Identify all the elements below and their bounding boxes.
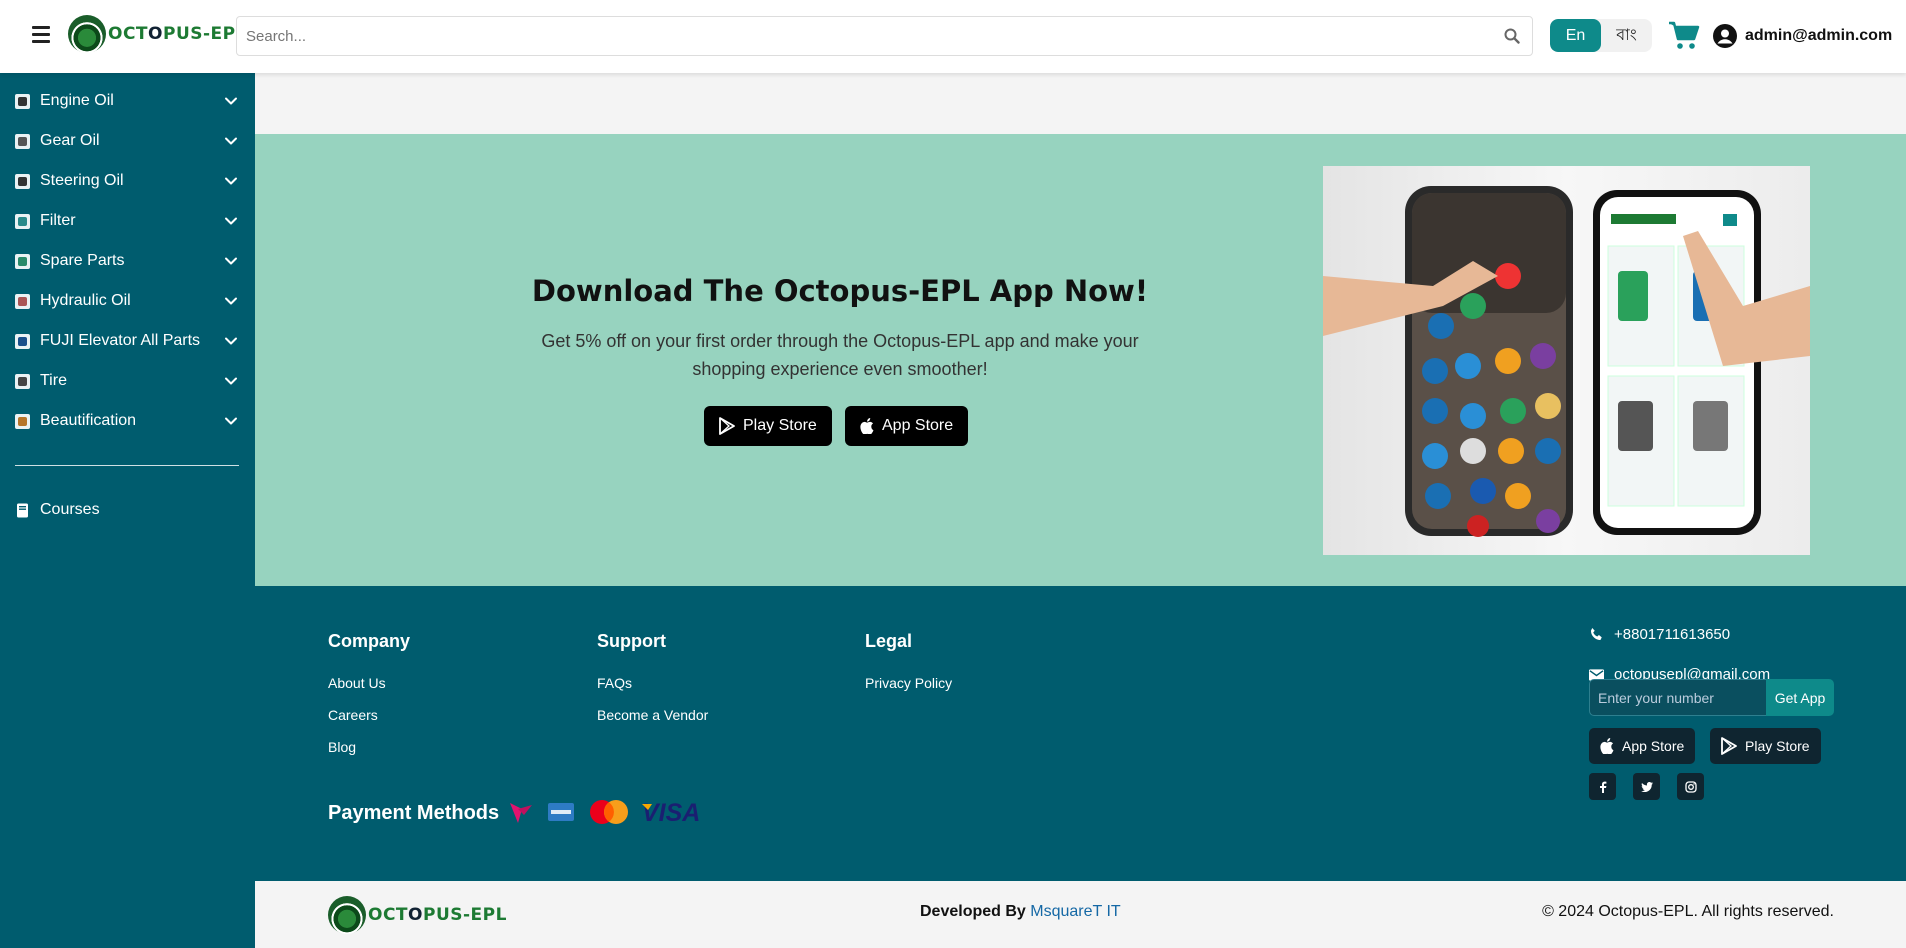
phone-icon [1590, 627, 1602, 641]
sidebar-item-hydraulic-oil[interactable]: Hydraulic Oil [0, 281, 255, 321]
svg-text:VISA: VISA [642, 800, 700, 824]
instagram-icon[interactable] [1677, 773, 1704, 800]
chevron-down-icon[interactable] [224, 414, 238, 428]
sidebar-item-label: Spare Parts [40, 252, 125, 269]
hamburger-menu-icon[interactable] [32, 26, 50, 43]
sidebar-item-label: Gear Oil [40, 132, 100, 149]
banner-title: Download The Octopus-EPL App Now! [531, 274, 1149, 308]
cart-icon[interactable] [1668, 21, 1700, 51]
sidebar-item-label: Engine Oil [40, 92, 114, 109]
sidebar-item-label: Beautification [40, 412, 137, 429]
sidebar-item-tire[interactable]: Tire [0, 361, 255, 401]
tire-icon [15, 373, 30, 389]
octopus-logo-icon [68, 15, 106, 53]
search-icon[interactable] [1492, 16, 1532, 56]
beautification-icon [15, 413, 30, 429]
top-header: OCTOPUS-EPL En বাং admin@admin.com [0, 0, 1906, 73]
bkash-icon [510, 803, 532, 823]
chevron-down-icon[interactable] [224, 294, 238, 308]
get-app-button[interactable]: Get App [1766, 679, 1834, 716]
mastercard-icon [590, 800, 628, 824]
footer-link-careers[interactable]: Careers [328, 707, 378, 723]
apple-icon [860, 418, 874, 434]
footer-logo[interactable]: OCTOPUS-EPL [328, 896, 507, 934]
footer-link-become-vendor[interactable]: Become a Vendor [597, 707, 708, 723]
lang-bn-button[interactable]: বাং [1601, 19, 1652, 52]
spare-parts-icon [15, 253, 30, 269]
payment-logos: VISA [508, 799, 706, 825]
chevron-down-icon[interactable] [224, 214, 238, 228]
footer-play-store-button[interactable]: Play Store [1710, 728, 1821, 764]
sidebar-item-engine-oil[interactable]: Engine Oil [0, 81, 255, 121]
visa-icon: VISA [642, 800, 700, 824]
footer-phone[interactable]: +8801711613650 [1589, 626, 1730, 643]
sidebar-divider [15, 465, 239, 466]
sidebar-item-label: Filter [40, 212, 76, 229]
sidebar-item-label: Tire [40, 372, 67, 389]
phone-number-input[interactable] [1589, 679, 1767, 716]
sidebar-item-label: Courses [40, 501, 100, 518]
footer-support-title: Support [597, 631, 666, 651]
engine-oil-icon [15, 93, 30, 109]
sidebar-item-gear-oil[interactable]: Gear Oil [0, 121, 255, 161]
developer-link[interactable]: MsquareT IT [1030, 903, 1120, 920]
banner-text: Get 5% off on your first order through t… [541, 331, 1139, 379]
chevron-down-icon[interactable] [224, 254, 238, 268]
play-store-icon [1721, 737, 1737, 755]
bottom-bar: OCTOPUS-EPL Developed By MsquareT IT © 2… [255, 881, 1906, 948]
footer-link-about-us[interactable]: About Us [328, 675, 386, 691]
chevron-down-icon[interactable] [224, 94, 238, 108]
user-email: admin@admin.com [1745, 27, 1893, 44]
banner-play-store-button[interactable]: Play Store [704, 406, 832, 446]
sidebar-item-label: Hydraulic Oil [40, 292, 131, 309]
lang-en-button[interactable]: En [1550, 19, 1601, 52]
sidebar-item-fuji-elevator-parts[interactable]: FUJI Elevator All Parts [0, 321, 255, 361]
sidebar-item-spare-parts[interactable]: Spare Parts [0, 241, 255, 281]
sidebar-item-label: Steering Oil [40, 172, 124, 189]
site-footer: Company About Us Careers Blog Support FA… [255, 586, 1906, 881]
hydraulic-oil-icon [15, 293, 30, 309]
user-account[interactable]: admin@admin.com [1713, 24, 1892, 48]
category-sidebar: Beautification Tire FUJI Elevator All Part… [0, 73, 255, 948]
footer-app-store-button[interactable]: App Store [1589, 728, 1696, 764]
gear-oil-icon [15, 133, 30, 149]
app-download-banner: Download The Octopus-EPL App Now! Get 5%… [255, 134, 1906, 586]
footer-company-title: Company [328, 631, 411, 651]
sidebar-item-filter[interactable]: Filter [0, 201, 255, 241]
fuji-elevator-parts-icon [15, 333, 30, 349]
sidebar-item-steering-oil[interactable]: Steering Oil [0, 161, 255, 201]
facebook-icon[interactable] [1589, 773, 1616, 800]
sidebar-item-beautification[interactable]: Beautification [0, 401, 255, 441]
steering-oil-icon [15, 173, 30, 189]
payment-methods-title: Payment Methods [328, 802, 500, 824]
site-logo[interactable]: OCTOPUS-EPL [68, 15, 247, 53]
footer-legal-title: Legal [865, 631, 913, 651]
filter-icon [15, 213, 30, 229]
language-switcher: En বাং [1550, 19, 1652, 52]
octopus-logo-icon [328, 896, 366, 934]
chevron-down-icon[interactable] [224, 174, 238, 188]
sidebar-item-label: FUJI Elevator All Parts [40, 332, 201, 349]
book-icon [15, 503, 30, 518]
search-bar [236, 16, 1533, 56]
copyright-text: © 2024 Octopus-EPL. All rights reserved. [1542, 903, 1834, 920]
chevron-down-icon[interactable] [224, 134, 238, 148]
play-store-icon [719, 417, 735, 435]
search-input[interactable] [237, 17, 1492, 55]
twitter-icon[interactable] [1633, 773, 1660, 800]
footer-link-privacy-policy[interactable]: Privacy Policy [865, 675, 952, 691]
banner-app-store-button[interactable]: App Store [845, 406, 969, 446]
user-circle-icon [1713, 24, 1737, 48]
footer-link-faqs[interactable]: FAQs [597, 675, 632, 691]
chevron-down-icon[interactable] [224, 334, 238, 348]
main-content: Download The Octopus-EPL App Now! Get 5%… [255, 73, 1906, 948]
sidebar-item-courses[interactable]: Courses [0, 490, 255, 530]
chevron-down-icon[interactable] [224, 374, 238, 388]
footer-link-blog[interactable]: Blog [328, 739, 356, 755]
app-promo-image [1323, 166, 1810, 555]
apple-icon [1600, 738, 1614, 754]
amex-icon [548, 803, 574, 821]
developed-by: Developed By MsquareT IT [920, 903, 1121, 920]
